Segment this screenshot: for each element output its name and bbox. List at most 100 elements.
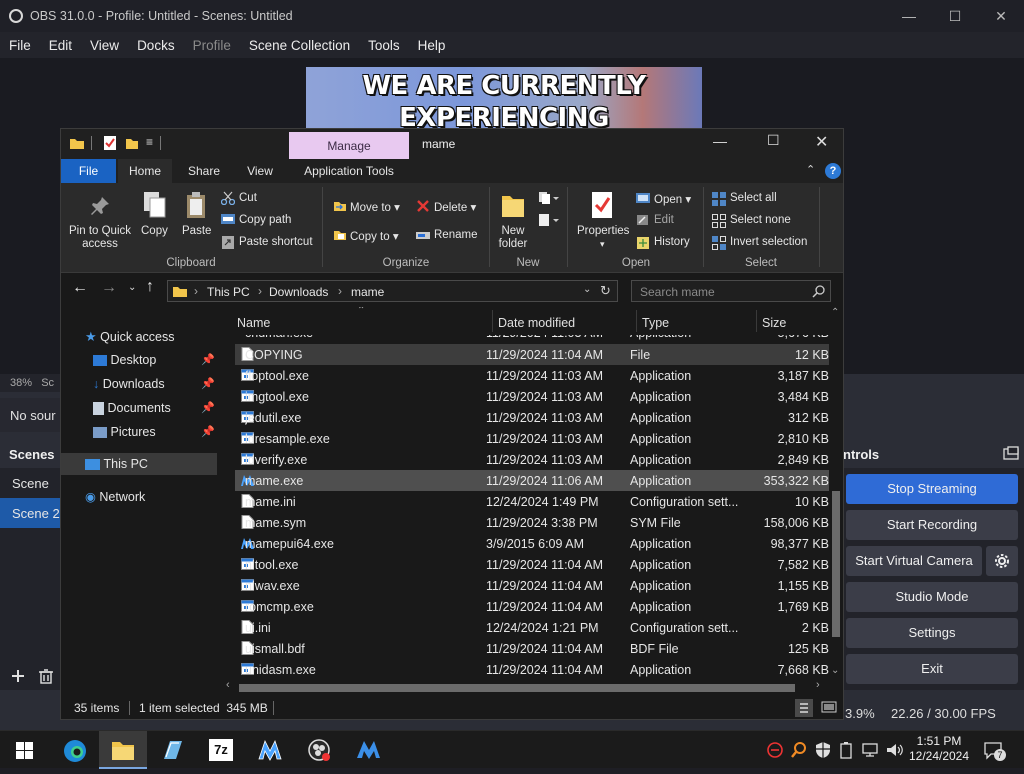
search-box[interactable]: Search mame [631, 280, 831, 302]
details-view-icon[interactable] [795, 699, 813, 717]
menu-view[interactable]: View [81, 38, 128, 53]
edit-button[interactable]: Edit [654, 214, 674, 226]
search-input[interactable]: Search mame [640, 285, 715, 299]
tab-share[interactable]: Share [176, 159, 232, 183]
nav-desktop[interactable]: Desktop 📌 [93, 353, 217, 375]
tray-volume-icon[interactable] [885, 741, 903, 759]
delete-button[interactable]: Delete ▾ [434, 200, 476, 214]
stop-streaming-button[interactable]: Stop Streaming [846, 474, 1018, 504]
pin-to-quick-access-button[interactable]: Pin to Quick access [68, 225, 132, 251]
rename-button[interactable]: Rename [434, 229, 477, 241]
column-date-modified[interactable]: Date modified [498, 316, 575, 330]
nav-this-pc[interactable]: This PC [61, 453, 217, 475]
virtual-camera-settings-button[interactable] [986, 546, 1018, 576]
breadcrumb-downloads[interactable]: Downloads [269, 285, 328, 299]
refresh-icon[interactable]: ↻ [600, 283, 611, 299]
scroll-down-icon[interactable]: ⌄ [831, 665, 839, 676]
nav-quick-access[interactable]: ★ Quick access [85, 329, 174, 351]
file-row[interactable]: romcmp.exe 11/29/2024 11:04 AM Application… [235, 596, 829, 617]
large-icons-view-icon[interactable] [821, 701, 837, 715]
trash-icon[interactable] [38, 668, 54, 684]
close-icon[interactable]: ✕ [815, 132, 828, 152]
close-icon[interactable]: ✕ [978, 0, 1024, 32]
open-button[interactable]: Open ▾ [654, 192, 691, 206]
maximize-icon[interactable]: ☐ [767, 132, 780, 149]
select-none-button[interactable]: Select none [730, 214, 791, 226]
tab-application-tools[interactable]: Application Tools [289, 159, 409, 183]
windows-start-icon[interactable] [16, 742, 33, 759]
nav-downloads[interactable]: ↓ Downloads 📌 [93, 377, 217, 399]
dock-float-icon[interactable] [1003, 446, 1019, 460]
new-item-icon[interactable] [538, 191, 560, 205]
column-size[interactable]: Size [762, 316, 786, 330]
file-row[interactable]: mame.exe 11/29/2024 11:06 AM Application 35… [235, 470, 829, 491]
column-divider[interactable] [492, 310, 493, 332]
nav-documents[interactable]: Documents 📌 [93, 401, 217, 423]
file-row[interactable]: uismall.bdf 11/29/2024 11:04 AM BDF File 12… [235, 638, 829, 659]
scene-item-selected[interactable]: Scene 2 [0, 498, 60, 528]
file-row[interactable]: nltool.exe 11/29/2024 11:04 AM Application… [235, 554, 829, 575]
file-row[interactable]: unidasm.exe 11/29/2024 11:04 AM Applicatio… [235, 659, 829, 680]
new-folder-quick-icon[interactable] [125, 136, 139, 150]
minimize-icon[interactable]: — [713, 133, 727, 149]
menu-profile[interactable]: Profile [184, 38, 240, 53]
minimize-icon[interactable]: — [886, 0, 932, 32]
column-divider[interactable] [636, 310, 637, 332]
exit-button[interactable]: Exit [846, 654, 1018, 684]
clock[interactable]: 1:51 PM 12/24/2024 [904, 734, 974, 764]
new-folder-button[interactable]: New folder [497, 225, 529, 251]
tray-search-icon[interactable] [790, 741, 808, 759]
help-icon[interactable]: ? [825, 163, 841, 179]
tab-file[interactable]: File [61, 159, 116, 183]
tab-view[interactable]: View [234, 159, 286, 183]
up-arrow-icon[interactable]: ↑ [146, 278, 154, 296]
paste-button[interactable]: Paste [182, 225, 211, 237]
vertical-scrollbar[interactable]: ⌃ ⌄ [829, 307, 843, 679]
file-row-partial[interactable]: chdman.exe 11/29/2024 11:03 AM Application… [235, 335, 829, 343]
customize-quick-access-icon[interactable]: ≡ [146, 135, 153, 149]
taskbar-edge[interactable] [51, 731, 99, 769]
menu-help[interactable]: Help [409, 38, 455, 53]
copy-to-button[interactable]: Copy to ▾ [350, 229, 399, 243]
properties-button[interactable]: Properties [577, 225, 629, 237]
tray-security-shield-icon[interactable] [814, 741, 832, 759]
back-arrow-icon[interactable]: ← [72, 279, 88, 297]
breadcrumb-mame[interactable]: mame [351, 285, 384, 299]
breadcrumb-this-pc[interactable]: This PC [207, 285, 250, 299]
column-divider[interactable] [756, 310, 757, 332]
nav-pictures[interactable]: Pictures 📌 [93, 425, 217, 447]
file-row[interactable]: jedutil.exe 11/29/2024 11:03 AM Applicatio… [235, 407, 829, 428]
file-row[interactable]: floptool.exe 11/29/2024 11:03 AM Applicati… [235, 365, 829, 386]
tab-home[interactable]: Home [118, 159, 172, 183]
column-type[interactable]: Type [642, 316, 669, 330]
copy-path-button[interactable]: Copy path [239, 214, 291, 226]
menu-file[interactable]: File [0, 38, 40, 53]
notifications-button[interactable]: 7 [983, 740, 1006, 761]
recent-locations-icon[interactable]: ⌄ [128, 282, 136, 293]
address-bar[interactable]: › This PC › Downloads › mame ⌄ ↻ [167, 280, 618, 302]
scroll-right-icon[interactable]: › [816, 679, 820, 691]
nav-network[interactable]: ◉ Network [85, 489, 145, 511]
file-row[interactable]: imgtool.exe 11/29/2024 11:03 AM Applicatio… [235, 386, 829, 407]
invert-selection-button[interactable]: Invert selection [730, 236, 807, 248]
forward-arrow-icon[interactable]: → [101, 279, 117, 297]
tray-antivirus-icon[interactable] [766, 741, 784, 759]
move-to-button[interactable]: Move to ▾ [350, 200, 400, 214]
taskbar-7zip[interactable]: 7z [197, 731, 245, 769]
file-row[interactable]: COPYING 11/29/2024 11:04 AM File 12 KB [235, 344, 829, 365]
taskbar-file-explorer[interactable] [99, 731, 147, 769]
manage-tab[interactable]: Manage [289, 132, 409, 159]
taskbar-notepad[interactable] [148, 731, 196, 769]
file-row[interactable]: ui.ini 12/24/2024 1:21 PM Configuration se… [235, 617, 829, 638]
tray-battery-icon[interactable] [839, 741, 857, 759]
file-row[interactable]: ldresample.exe 11/29/2024 11:03 AM Applica… [235, 428, 829, 449]
horizontal-scrollbar[interactable]: ‹ › [221, 679, 829, 695]
collapse-ribbon-icon[interactable]: ⌃ [806, 163, 815, 176]
address-dropdown-icon[interactable]: ⌄ [583, 284, 591, 295]
column-name[interactable]: Name [237, 316, 270, 330]
maximize-icon[interactable]: ☐ [932, 0, 978, 32]
file-row[interactable]: nlwav.exe 11/29/2024 11:04 AM Application 1… [235, 575, 829, 596]
scene-item[interactable]: Scene [0, 468, 60, 498]
taskbar-mameui[interactable] [246, 731, 294, 769]
taskbar-obs[interactable] [295, 731, 343, 769]
